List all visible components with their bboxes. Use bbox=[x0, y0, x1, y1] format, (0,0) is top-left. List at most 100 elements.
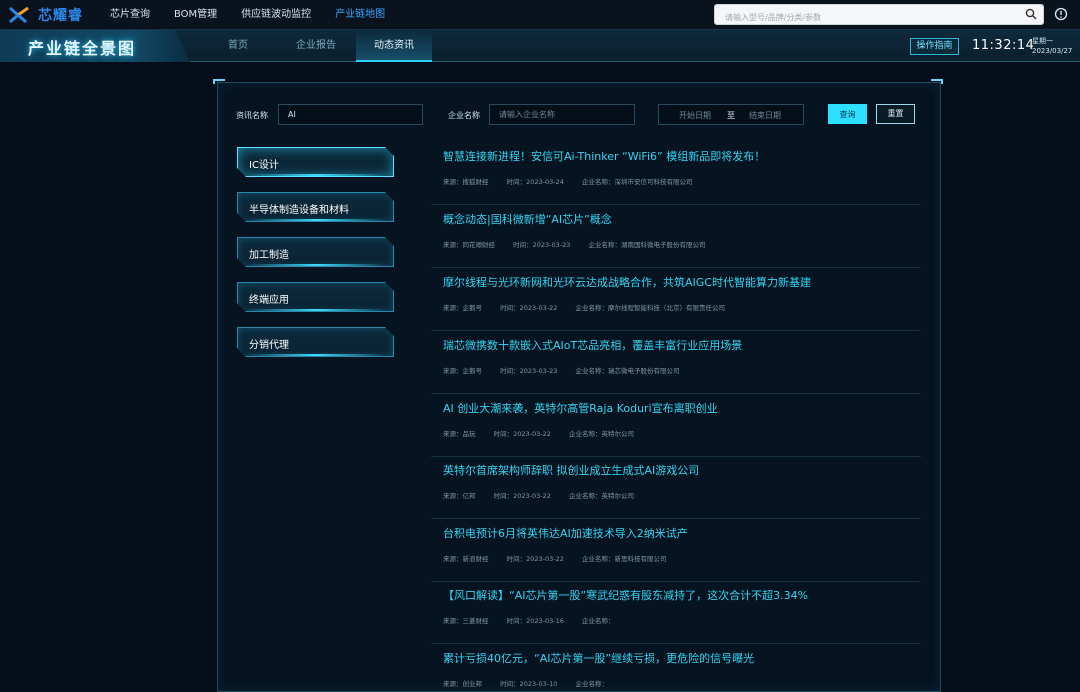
tab-home[interactable]: 首页 bbox=[200, 30, 276, 62]
news-item[interactable]: 摩尔线程与光环新网和光环云达成战略合作，共筑AIGC时代智能算力新基建 来源：企… bbox=[431, 268, 921, 331]
news-item[interactable]: 瑞芯微携数十款嵌入式AIoT芯品亮相，覆盖丰富行业应用场景 来源：企鹅号 时间：… bbox=[431, 331, 921, 394]
category-semiconductor-equipment[interactable]: 半导体制造设备和材料 bbox=[237, 192, 394, 222]
news-item[interactable]: 英特尔首席架构师辞职 拟创业成立生成式AI游戏公司 来源：亿邦 时间：2023-… bbox=[431, 456, 921, 519]
query-button[interactable]: 查询 bbox=[828, 104, 867, 124]
news-meta: 来源：三菱财经 时间：2023-03-16 企业名称： bbox=[443, 615, 630, 625]
source-label: 来源： bbox=[443, 304, 463, 312]
company-name-input[interactable] bbox=[489, 104, 635, 125]
category-distribution[interactable]: 分销代理 bbox=[237, 327, 394, 357]
time-value: 2023-03-23 bbox=[532, 241, 571, 249]
tab-company-report[interactable]: 企业报告 bbox=[278, 30, 354, 62]
company-value: 湖南国科微电子股份有限公司 bbox=[620, 241, 706, 249]
news-company: 企业名称： bbox=[575, 680, 608, 688]
category-glow bbox=[247, 264, 386, 266]
company-value: 深圳市安信可科技有限公司 bbox=[614, 178, 693, 186]
logo[interactable]: 芯耀睿 bbox=[8, 4, 83, 26]
panel-corner-right bbox=[931, 79, 943, 84]
news-time: 时间：2023-03-10 bbox=[500, 680, 557, 688]
category-terminal-apps[interactable]: 终端应用 bbox=[237, 282, 394, 312]
news-company: 企业名称：深圳市安信可科技有限公司 bbox=[582, 178, 693, 186]
news-time: 时间：2023-03-23 bbox=[513, 241, 570, 249]
news-title[interactable]: 英特尔首席架构师辞职 拟创业成立生成式AI游戏公司 bbox=[443, 462, 699, 478]
news-title[interactable]: 台积电预计6月将英伟达AI加速技术导入2纳米试产 bbox=[443, 525, 688, 541]
news-title[interactable]: 【风口解读】“AI芯片第一股”寒武纪惑有股东减持了，这次合计不超3.34% bbox=[443, 587, 808, 603]
nav-item-supply-monitor[interactable]: 供应链波动监控 bbox=[241, 0, 311, 30]
clock-time: 11:32:14 bbox=[972, 38, 1035, 53]
source-value: 同花顺财经 bbox=[462, 241, 496, 249]
clock-weekday: 星期一 bbox=[1032, 37, 1053, 45]
time-value: 2023-03-16 bbox=[526, 617, 564, 625]
time-label: 时间： bbox=[493, 492, 514, 500]
news-source: 来源：亿邦 bbox=[443, 492, 476, 500]
time-label: 时间： bbox=[513, 241, 533, 249]
category-ic-design[interactable]: IC设计 bbox=[237, 147, 394, 177]
news-title[interactable]: 累计亏损40亿元，“AI芯片第一股”继续亏损，更危险的信号曝光 bbox=[443, 650, 754, 666]
company-label: 企业名称： bbox=[575, 367, 608, 375]
nav-item-industry-map[interactable]: 产业链地图 bbox=[335, 0, 385, 30]
company-value: 摩尔线程智能科技（北京）有限责任公司 bbox=[607, 304, 725, 312]
time-value: 2023-03-22 bbox=[519, 304, 558, 312]
company-value: 瑞芯微电子股份有限公司 bbox=[607, 367, 680, 375]
company-label: 企业名称： bbox=[588, 241, 621, 249]
news-title[interactable]: 智慧连接新进程！安信可Ai-Thinker “WiFi6” 模组新品即将发布！ bbox=[443, 148, 765, 164]
news-meta: 来源：企鹅号 时间：2023-03-22 企业名称：摩尔线程智能科技（北京）有限… bbox=[443, 302, 741, 312]
category-glow bbox=[247, 354, 386, 356]
category-label: 分销代理 bbox=[249, 340, 289, 351]
company-value: 英特尔公司 bbox=[601, 430, 634, 438]
source-label: 来源： bbox=[443, 430, 463, 438]
end-date-input[interactable]: 结束日期 bbox=[749, 110, 781, 121]
category-label: 加工制造 bbox=[249, 250, 289, 261]
company-label: 企业名称： bbox=[581, 178, 615, 186]
help-icon[interactable] bbox=[1054, 7, 1068, 21]
source-label: 来源： bbox=[443, 367, 463, 375]
news-item[interactable]: AI 创业大潮来袭，英特尔高管Raja Koduri宣布离职创业 来源：品玩 时… bbox=[431, 394, 921, 457]
news-item[interactable]: 累计亏损40亿元，“AI芯片第一股”继续亏损，更危险的信号曝光 来源：创业邦 时… bbox=[431, 644, 921, 692]
news-item[interactable]: 【风口解读】“AI芯片第一股”寒武纪惑有股东减持了，这次合计不超3.34% 来源… bbox=[431, 581, 921, 644]
time-label: 时间： bbox=[500, 680, 520, 688]
news-source: 来源：同花顺财经 bbox=[443, 241, 495, 249]
news-name-input[interactable] bbox=[278, 104, 423, 125]
news-title[interactable]: AI 创业大潮来袭，英特尔高管Raja Koduri宣布离职创业 bbox=[443, 400, 718, 416]
news-source: 来源：搜狐财经 bbox=[443, 178, 489, 186]
news-item[interactable]: 概念动态|国科微新增“AI芯片”概念 来源：同花顺财经 时间：2023-03-2… bbox=[431, 205, 921, 268]
category-glow bbox=[247, 219, 386, 221]
source-label: 来源： bbox=[443, 178, 463, 186]
category-manufacturing[interactable]: 加工制造 bbox=[237, 237, 394, 267]
date-range-picker[interactable]: 开始日期 至 结束日期 bbox=[658, 104, 804, 125]
source-label: 来源： bbox=[443, 241, 463, 249]
news-title[interactable]: 瑞芯微携数十款嵌入式AIoT芯品亮相，覆盖丰富行业应用场景 bbox=[443, 337, 742, 353]
time-label: 时间： bbox=[506, 555, 527, 563]
news-source: 来源：创业邦 bbox=[443, 680, 482, 688]
logo-text: 芯耀睿 bbox=[38, 8, 83, 24]
guide-button[interactable]: 操作指南 bbox=[910, 38, 959, 55]
news-item[interactable]: 台积电预计6月将英伟达AI加速技术导入2纳米试产 来源：新浪财经 时间：2023… bbox=[431, 519, 921, 582]
reset-button[interactable]: 重置 bbox=[876, 104, 915, 124]
time-value: 2023-03-22 bbox=[513, 492, 551, 500]
company-value: 英特尔公司 bbox=[601, 492, 634, 500]
source-value: 企鹅号 bbox=[462, 304, 483, 312]
search-input[interactable] bbox=[715, 8, 1015, 27]
time-label: 时间： bbox=[500, 367, 520, 375]
nav-item-chip-query[interactable]: 芯片查询 bbox=[110, 0, 150, 30]
nav-item-bom[interactable]: BOM管理 bbox=[174, 0, 217, 30]
source-label: 来源： bbox=[443, 555, 463, 563]
time-value: 2023-03-22 bbox=[526, 555, 564, 563]
start-date-input[interactable]: 开始日期 bbox=[679, 110, 711, 121]
news-company: 企业名称：湖南国科微电子股份有限公司 bbox=[588, 241, 705, 249]
search-icon[interactable] bbox=[1025, 8, 1037, 20]
source-value: 品玩 bbox=[462, 430, 476, 438]
company-label: 企业名称： bbox=[581, 617, 615, 625]
news-title[interactable]: 概念动态|国科微新增“AI芯片”概念 bbox=[443, 211, 612, 227]
category-label: IC设计 bbox=[249, 160, 279, 171]
top-nav-bar: 芯耀睿 芯片查询 BOM管理 供应链波动监控 产业链地图 bbox=[0, 0, 1080, 30]
panel-corner-left bbox=[213, 79, 225, 84]
news-meta: 来源：创业邦 时间：2023-03-10 企业名称： bbox=[443, 678, 624, 688]
news-time: 时间：2023-03-16 bbox=[507, 617, 564, 625]
news-title[interactable]: 摩尔线程与光环新网和光环云达成战略合作，共筑AIGC时代智能算力新基建 bbox=[443, 274, 811, 290]
news-source: 来源：三菱财经 bbox=[443, 617, 489, 625]
source-value: 三菱财经 bbox=[462, 617, 489, 625]
source-label: 来源： bbox=[443, 617, 463, 625]
news-item[interactable]: 智慧连接新进程！安信可Ai-Thinker “WiFi6” 模组新品即将发布！ … bbox=[431, 142, 921, 205]
tab-news[interactable]: 动态资讯 bbox=[356, 30, 432, 62]
news-meta: 来源：亿邦 时间：2023-03-22 企业名称：英特尔公司 bbox=[443, 490, 650, 500]
